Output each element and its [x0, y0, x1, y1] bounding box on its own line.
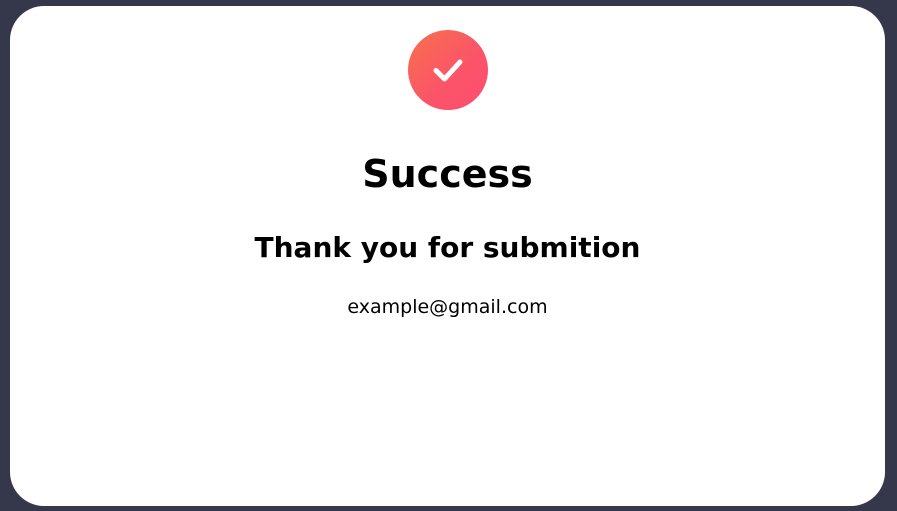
- success-card: Success Thank you for submition example@…: [10, 6, 885, 506]
- success-badge: [408, 30, 488, 110]
- submitted-email: example@gmail.com: [347, 296, 548, 318]
- check-icon: [433, 59, 463, 82]
- success-title: Success: [362, 152, 533, 196]
- thank-you-message: Thank you for submition: [254, 231, 641, 264]
